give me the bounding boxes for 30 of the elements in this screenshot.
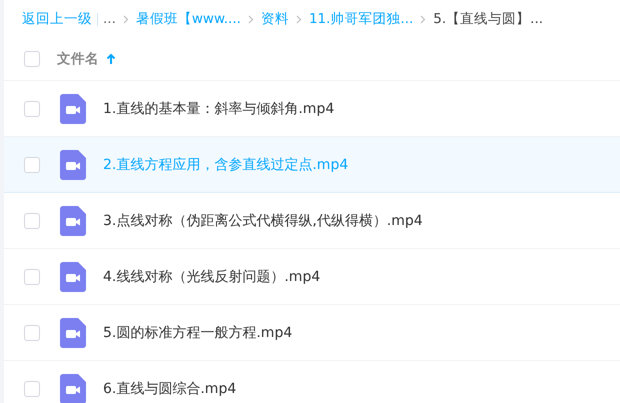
column-header[interactable]: 文件名: [57, 50, 99, 68]
checkbox[interactable]: [24, 51, 40, 67]
chevron-icon: [122, 14, 129, 24]
file-row[interactable]: 4.线线对称（光线反射问题）.mp4: [4, 249, 620, 305]
file-row[interactable]: 3.点线对称（伪距离公式代横得纵,代纵得横）.mp4: [4, 193, 620, 249]
current-folder: 5.【直线与圆】...: [433, 10, 544, 28]
video-file-icon: [60, 94, 86, 124]
checkbox[interactable]: [24, 156, 40, 172]
checkbox[interactable]: [24, 212, 40, 228]
video-file-icon: [60, 374, 86, 403]
chevron-icon: [420, 14, 426, 24]
file-name[interactable]: 3.点线对称（伪距离公式代横得纵,代纵得横）.mp4: [103, 212, 423, 230]
file-name[interactable]: 5.圆的标准方程一般方程.mp4: [103, 324, 292, 342]
checkbox[interactable]: [24, 100, 40, 116]
video-file-icon: [60, 206, 86, 236]
video-file-icon: [60, 318, 86, 348]
file-row[interactable]: 6.直线与圆综合.mp4: [4, 361, 620, 403]
video-file-icon: [60, 262, 86, 292]
checkbox[interactable]: [24, 268, 40, 284]
file-name[interactable]: 1.直线的基本量：斜率与倾斜角.mp4: [103, 100, 334, 118]
file-row[interactable]: 5.圆的标准方程一般方程.mp4: [4, 305, 620, 361]
chevron-icon: [296, 14, 302, 24]
checkbox[interactable]: [24, 324, 40, 340]
checkbox[interactable]: [24, 380, 40, 396]
chevron-icon: [248, 14, 254, 24]
video-file-icon: [60, 150, 86, 180]
file-name[interactable]: 6.直线与圆综合.mp4: [103, 380, 236, 398]
sort-arrow-icon[interactable]: [106, 53, 116, 65]
breadcrumb-ellipsis[interactable]: ...: [103, 11, 116, 27]
file-name[interactable]: 4.线线对称（光线反射问题）.mp4: [103, 268, 320, 286]
